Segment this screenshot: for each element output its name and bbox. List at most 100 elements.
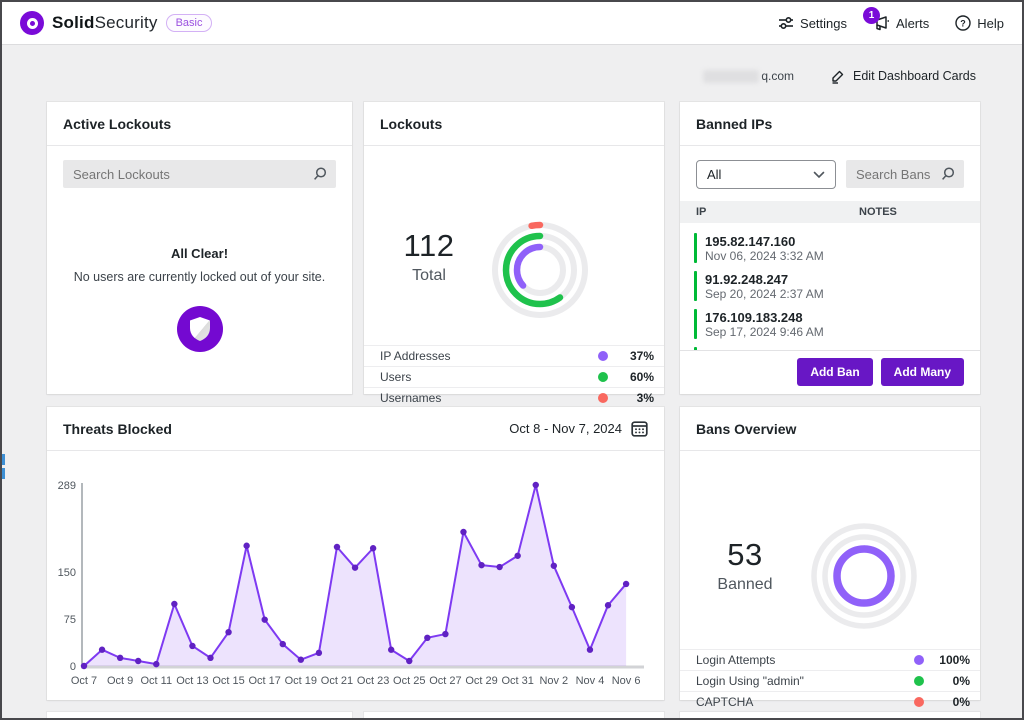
lockouts-total: 112 Total [364,228,494,285]
x-axis-tick: Oct 13 [176,675,208,687]
x-axis-tick: Oct 17 [248,675,280,687]
banned-ip-row: 176.109.183.248 Sep 17, 2024 9:46 AM [680,305,980,343]
settings-label: Settings [800,16,847,31]
legend-value: 37% [618,349,654,363]
legend-value: 60% [618,370,654,384]
x-axis-tick: Oct 27 [429,675,461,687]
help-button[interactable]: ? Help [955,15,1004,31]
lockouts-total-value: 112 [364,228,494,264]
search-icon [940,166,956,182]
alerts-count-badge: 1 [863,7,880,24]
pencil-icon [830,69,845,84]
legend-row: CAPTCHA 0% [680,691,980,712]
x-axis-tick: Oct 9 [107,675,133,687]
bans-total-value: 53 [680,537,810,573]
legend-row: IP Addresses 37% [364,345,664,366]
legend-row: Usernames 3% [364,387,664,408]
sliders-icon [778,15,794,31]
card-title: Lockouts [380,116,442,132]
legend-color-dot [914,697,924,707]
y-axis-tick: 289 [58,480,76,492]
legend-value: 0% [934,695,970,709]
brand-name: SolidSecurity [52,13,158,33]
next-row-card-peek [680,712,980,720]
current-site-domain: q.com [703,69,794,83]
solid-security-logo: SolidSecurity Basic [20,11,212,35]
x-axis-tick: Oct 25 [393,675,425,687]
left-edge-marker [2,468,5,479]
card-title: Banned IPs [696,116,772,132]
active-lockouts-card: Active Lockouts All Clear! No users are … [47,102,352,394]
legend-label: IP Addresses [380,349,598,363]
ban-status-indicator [694,271,697,301]
top-navigation-bar: SolidSecurity Basic Settings 1 [2,2,1022,45]
date-range-picker[interactable]: Oct 8 - Nov 7, 2024 [509,420,648,437]
banned-ip-address: 195.82.147.160 [705,234,824,249]
legend-label: Users [380,370,598,384]
all-clear-message: No users are currently locked out of you… [47,270,352,284]
settings-button[interactable]: Settings [778,15,847,31]
bans-table-header: IP NOTES [680,201,980,223]
lockouts-donut-chart [482,212,598,328]
x-axis-tick: Nov 6 [612,675,641,687]
ban-date: Sep 17, 2024 9:46 AM [705,325,824,339]
x-axis-tick: Nov 2 [539,675,568,687]
ban-status-indicator [694,347,697,350]
lockouts-card: Lockouts 112 Total IP Addresses 37%Users… [364,102,664,394]
ban-date: Sep 20, 2024 2:37 AM [705,287,824,301]
legend-value: 100% [934,653,970,667]
date-range-label: Oct 8 - Nov 7, 2024 [509,421,622,436]
banned-ip-row: 91.92.248.247 Sep 20, 2024 2:37 AM [680,267,980,305]
banned-ip-row: 195.82.147.160 Nov 06, 2024 3:32 AM [680,229,980,267]
shield-icon [188,316,212,342]
legend-label: CAPTCHA [696,695,914,709]
lockouts-total-label: Total [364,267,494,285]
column-header-ip: IP [696,206,859,218]
next-row-card-peek [364,712,664,720]
alerts-button[interactable]: 1 Alerts [873,16,929,31]
left-edge-marker [2,454,5,465]
legend-color-dot [598,372,608,382]
card-title: Threats Blocked [63,421,172,437]
bans-overview-donut-chart [806,518,922,634]
banned-ips-card: Banned IPs All IP NOTES 195.82.147.160 [680,102,980,394]
bans-filter-select[interactable]: All [696,160,836,189]
search-lockouts-input[interactable] [63,160,336,188]
x-axis-tick: Nov 4 [576,675,605,687]
add-ban-button[interactable]: Add Ban [797,358,872,386]
search-icon [312,166,328,182]
ban-status-indicator [694,233,697,263]
x-axis-tick: Oct 11 [140,675,172,687]
all-clear-title: All Clear! [47,246,352,261]
legend-color-dot [598,393,608,403]
x-axis-tick: Oct 15 [212,675,244,687]
lockouts-legend: IP Addresses 37%Users 60%Usernames 3% [364,345,664,408]
card-title: Bans Overview [696,421,796,437]
shield-badge [177,306,223,352]
add-many-button[interactable]: Add Many [881,358,964,386]
legend-label: Login Attempts [696,653,914,667]
ban-date: Nov 06, 2024 3:32 AM [705,249,824,263]
x-axis-tick: Oct 23 [357,675,389,687]
legend-row: Login Attempts 100% [680,649,980,670]
x-axis-tick: Oct 7 [71,675,97,687]
banned-ip-address: 91.92.248.247 [705,272,824,287]
bans-total: 53 Banned [680,537,810,594]
bans-overview-legend: Login Attempts 100%Login Using "admin" 0… [680,649,980,712]
redacted-domain-segment [703,70,759,83]
alerts-label: Alerts [896,16,929,31]
legend-row: Users 60% [364,366,664,387]
legend-color-dot [914,655,924,665]
card-title: Active Lockouts [63,116,171,132]
legend-row: Login Using "admin" 0% [680,670,980,691]
legend-color-dot [598,351,608,361]
legend-color-dot [914,676,924,686]
calendar-icon [631,420,648,437]
banned-ip-row: 91.92.250.79 [680,343,980,350]
threats-blocked-area-chart: 075150289Oct 7Oct 9Oct 11Oct 13Oct 15Oct… [48,452,663,698]
question-circle-icon: ? [955,15,971,31]
x-axis-tick: Oct 31 [501,675,533,687]
edit-dashboard-cards-button[interactable]: Edit Dashboard Cards [830,69,976,84]
column-header-notes: NOTES [859,206,964,218]
banned-ip-address: 176.109.183.248 [705,310,824,325]
